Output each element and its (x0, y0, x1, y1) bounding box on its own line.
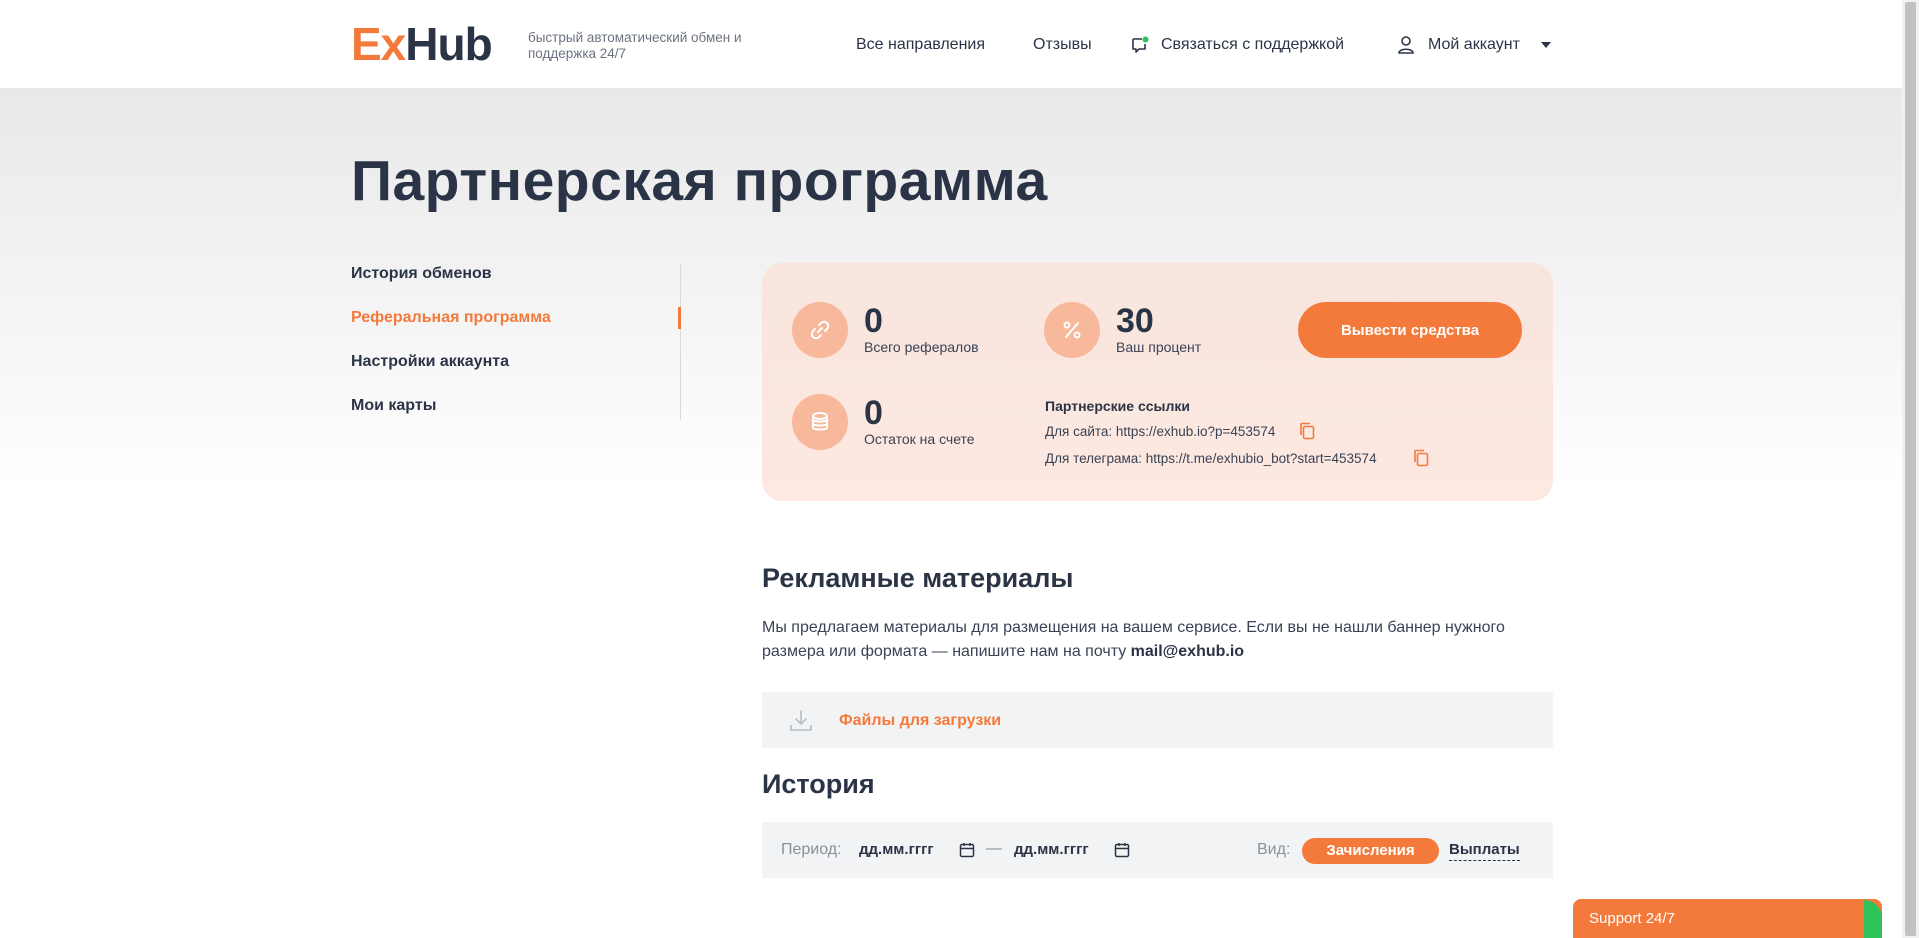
sidebar-divider (680, 264, 681, 420)
view-label: Вид: (1257, 841, 1291, 858)
partner-link-site: Для сайта: https://exhub.io?p=453574 (1045, 424, 1276, 439)
sidebar-item-account-settings[interactable]: Настройки аккаунта (351, 352, 509, 372)
date-range-separator: — (986, 840, 1002, 857)
calendar-icon[interactable] (959, 842, 975, 858)
partner-links-title: Партнерские ссылки (1045, 398, 1190, 414)
coins-icon (792, 394, 848, 450)
tab-credits[interactable]: Зачисления (1302, 838, 1439, 864)
chat-icon (1130, 35, 1150, 55)
calendar-icon[interactable] (1114, 842, 1130, 858)
promo-email[interactable]: mail@exhub.io (1131, 643, 1244, 660)
period-label: Период: (781, 841, 842, 858)
partner-link-telegram: Для телеграма: https://t.me/exhubio_bot?… (1045, 451, 1377, 466)
link-icon (792, 302, 848, 358)
user-icon (1397, 35, 1415, 55)
promo-text: Мы предлагаем материалы для размещения н… (762, 616, 1562, 664)
percent-icon (1044, 302, 1100, 358)
nav-all-directions[interactable]: Все направления (856, 35, 985, 55)
percent-label: Ваш процент (1116, 339, 1202, 355)
percent-value: 30 (1116, 302, 1154, 340)
download-icon (789, 709, 813, 733)
logo-ex: Ex (351, 18, 406, 70)
withdraw-button[interactable]: Вывести средства (1298, 302, 1522, 358)
tagline: быстрый автоматический обмен и поддержка… (528, 30, 742, 61)
sidebar-item-referral-program[interactable]: Реферальная программа (351, 308, 551, 328)
sidebar-active-indicator (678, 307, 681, 329)
balance-label: Остаток на счете (864, 431, 975, 447)
history-title: История (762, 769, 875, 799)
chevron-down-icon[interactable] (1541, 42, 1551, 48)
scrollbar-thumb[interactable] (1905, 2, 1916, 936)
support-chat-widget[interactable]: Support 24/7 (1573, 899, 1882, 938)
promo-title: Рекламные материалы (762, 563, 1074, 593)
tab-payouts[interactable]: Выплаты (1449, 840, 1520, 861)
balance-value: 0 (864, 394, 883, 432)
date-to-input[interactable]: дд.мм.гггг (1014, 840, 1089, 860)
sidebar-item-my-cards[interactable]: Мои карты (351, 396, 436, 416)
copy-icon[interactable] (1413, 449, 1429, 467)
logo-hub: Hub (405, 18, 492, 70)
referrals-label: Всего рефералов (864, 339, 979, 355)
top-header: ExHub быстрый автоматический обмен и под… (0, 0, 1902, 88)
files-download-link[interactable]: Файлы для загрузки (839, 711, 1001, 731)
date-from-input[interactable]: дд.мм.гггг (859, 840, 934, 860)
nav-contact-support[interactable]: Связаться с поддержкой (1161, 35, 1344, 55)
nav-my-account[interactable]: Мой аккаунт (1428, 35, 1520, 55)
nav-reviews[interactable]: Отзывы (1033, 35, 1092, 55)
page-title: Партнерская программа (351, 149, 1048, 213)
referrals-count: 0 (864, 302, 883, 340)
logo[interactable]: ExHub (351, 18, 493, 70)
sidebar-item-exchange-history[interactable]: История обменов (351, 264, 492, 284)
copy-icon[interactable] (1299, 422, 1315, 440)
